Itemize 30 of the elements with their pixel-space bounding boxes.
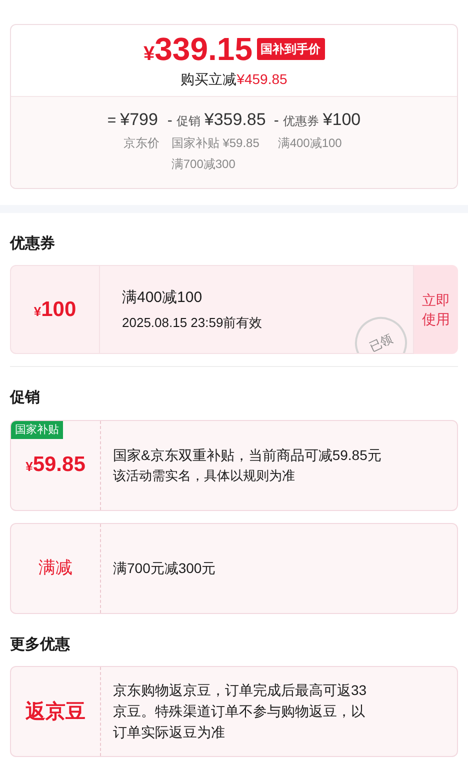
- breakdown-note: 满400减100: [278, 134, 343, 152]
- offer-description: 该活动需实名，具体以规则为准: [113, 466, 296, 485]
- offer-description: 国家&京东双重补贴，当前商品可减59.85元: [113, 446, 382, 465]
- breakdown-amount: ¥799: [120, 109, 158, 131]
- breakdown-note: 满700减300: [171, 156, 236, 174]
- final-price: ¥339.15: [144, 33, 252, 65]
- offer-label: 返京豆: [26, 700, 86, 725]
- coupon-amount: ¥100: [34, 296, 76, 323]
- operator-sign: -: [167, 111, 172, 131]
- coupon-title: 满400减100: [122, 288, 204, 308]
- offer-amount: ¥59.85: [26, 452, 86, 478]
- breakdown-label: 促销: [176, 113, 200, 130]
- section-title: 优惠券: [10, 234, 56, 254]
- offer-description: 京东购物返京豆，订单完成后最高可返33京豆。特殊渠道订单不参与购物返豆，以订单实际返豆为准: [113, 681, 368, 742]
- operator-sign: =: [107, 111, 116, 131]
- subsidy-badge: 国家补贴: [11, 420, 63, 440]
- operator-sign: -: [274, 111, 279, 131]
- breakdown-amount: ¥359.85: [204, 109, 266, 131]
- offer-label: 满减: [38, 557, 72, 580]
- section-title: 促销: [10, 388, 41, 408]
- breakdown-label: 优惠券: [282, 113, 319, 130]
- breakdown-amount: ¥100: [322, 109, 361, 131]
- section-title: 更多优惠: [10, 634, 71, 655]
- breakdown-note: 京东价: [123, 134, 160, 152]
- offer-description: 满700元减300元: [113, 558, 217, 578]
- coupon-validity: 2025.08.15 23:59前有效: [122, 314, 264, 332]
- price-tag: 国补到手价: [256, 38, 324, 60]
- use-now-button[interactable]: 立即使用: [414, 265, 458, 354]
- breakdown-note: 国家补贴 ¥59.85: [171, 134, 260, 152]
- savings-text: 购买立减¥459.85: [180, 70, 288, 89]
